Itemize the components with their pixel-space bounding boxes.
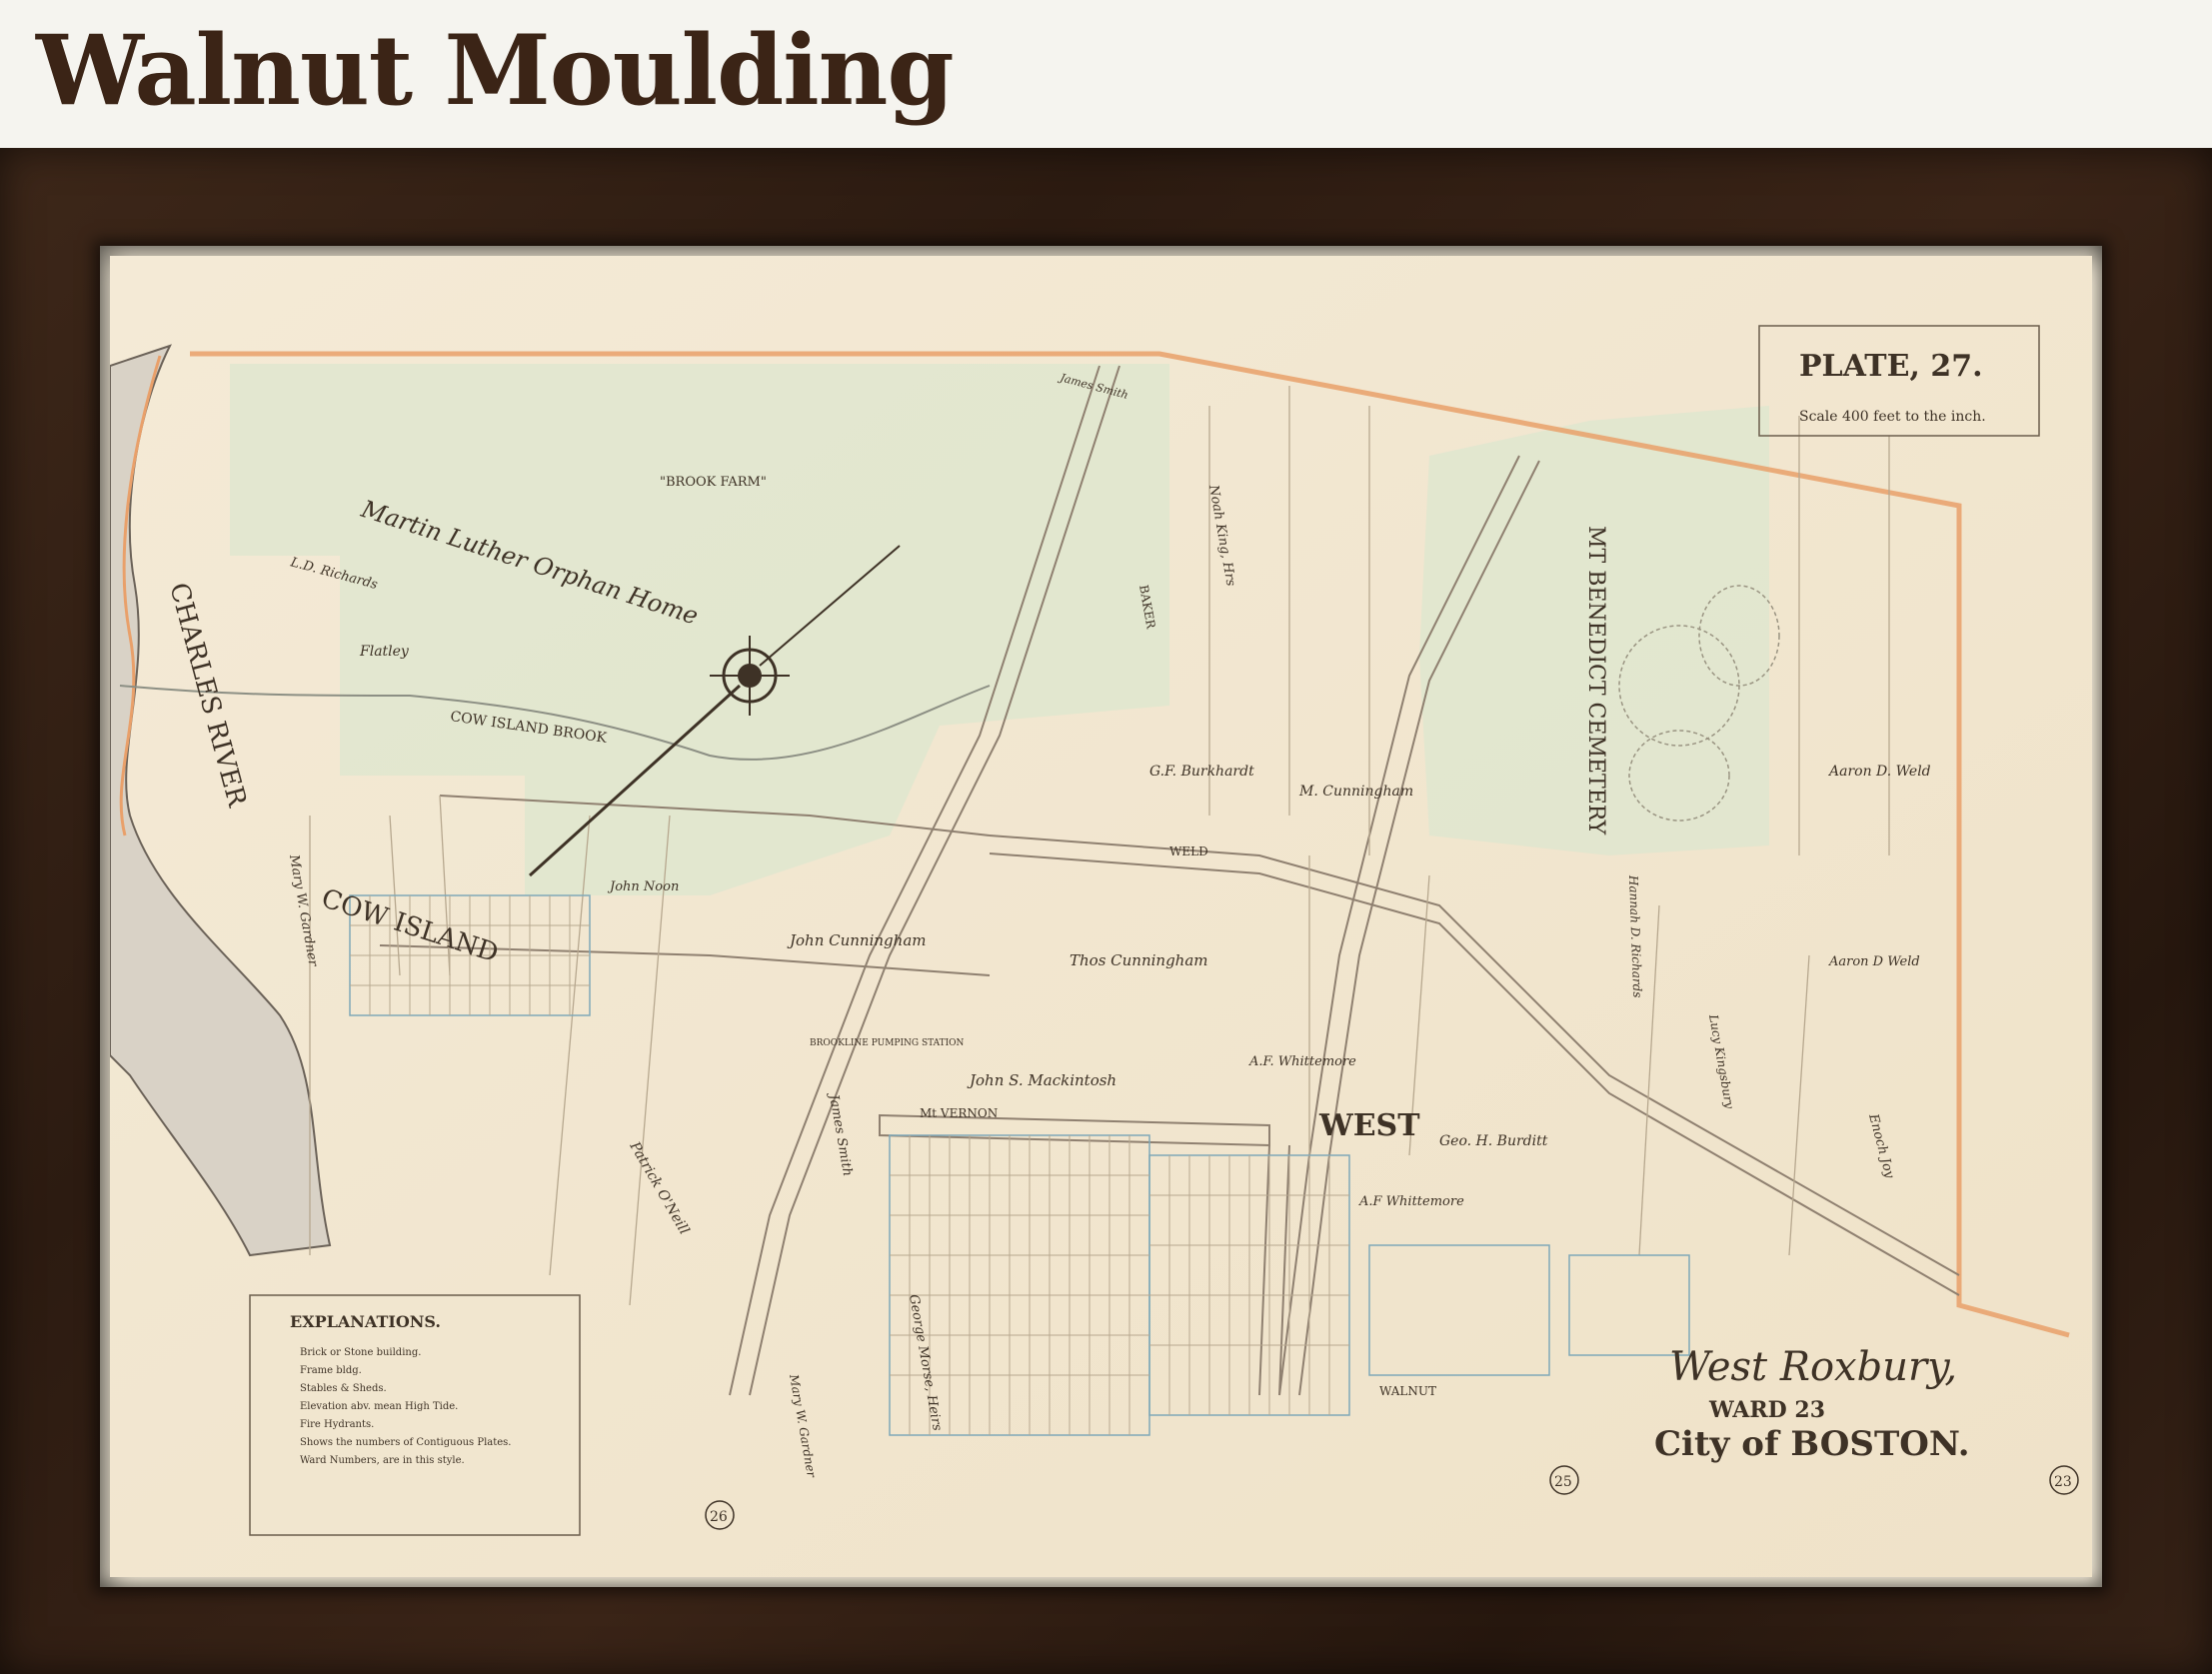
label-john-mackintosh: John S. Mackintosh [967,1071,1116,1089]
label-mt-vernon: Mt VERNON [920,1106,998,1120]
label-aaron-weld-2: Aaron D Weld [1828,954,1920,969]
label-gf-burkhardt: G.F. Burkhardt [1149,764,1254,780]
explanation-item: Frame bldg. [300,1365,362,1376]
label-john-cunningham: John Cunningham [787,931,926,949]
explanation-item: Ward Numbers, are in this style. [300,1455,465,1466]
map-svg: PLATE, 27. Scale 400 feet to the inch. W… [110,256,2092,1577]
scale-label: Scale 400 feet to the inch. [1799,409,1986,425]
label-john-noon: John Noon [607,879,679,894]
page-header: Walnut Moulding [0,0,2212,148]
label-thos-cunningham: Thos Cunningham [1070,951,1208,969]
plate-number-26: 26 [710,1509,728,1525]
label-brookline-station: BROOKLINE PUMPING STATION [810,1038,965,1048]
explanation-item: Brick or Stone building. [300,1347,421,1358]
explanations-box [249,1294,581,1536]
label-west-st: WEST [1318,1108,1420,1143]
plate-title: PLATE, 27. [1799,349,1983,384]
mat: PLATE, 27. Scale 400 feet to the inch. W… [100,246,2102,1587]
walnut-frame: PLATE, 27. Scale 400 feet to the inch. W… [0,148,2212,1674]
label-flatley: Flatley [359,644,410,660]
explanations-title: EXPLANATIONS. [290,1312,441,1331]
label-geo-burditt: Geo. H. Burditt [1439,1133,1548,1149]
label-cemetery: MT BENEDICT CEMETERY [1583,526,1608,836]
ward-title-line3: City of BOSTON. [1654,1424,1970,1464]
plate-number-25: 25 [1554,1474,1572,1490]
label-af-whittemore-2: A.F Whittemore [1358,1194,1464,1209]
label-brook-farm: "BROOK FARM" [660,475,767,490]
ward-title-line2: WARD 23 [1708,1397,1825,1423]
page-title: Walnut Moulding [36,14,955,127]
label-walnut: WALNUT [1379,1384,1436,1398]
explanation-item: Shows the numbers of Contiguous Plates. [300,1437,512,1448]
antique-map: PLATE, 27. Scale 400 feet to the inch. W… [110,256,2092,1577]
label-weld-st: WELD [1169,844,1208,858]
explanation-item: Fire Hydrants. [300,1419,374,1430]
ward-title-line1: West Roxbury, [1669,1344,1957,1390]
plate-number-23: 23 [2054,1474,2072,1490]
explanation-item: Stables & Sheds. [300,1383,387,1394]
label-aaron-weld: Aaron D. Weld [1827,764,1931,780]
explanation-item: Elevation abv. mean High Tide. [300,1401,458,1412]
label-af-whittemore: A.F. Whittemore [1248,1054,1356,1069]
label-m-cunningham: M. Cunningham [1298,784,1413,800]
